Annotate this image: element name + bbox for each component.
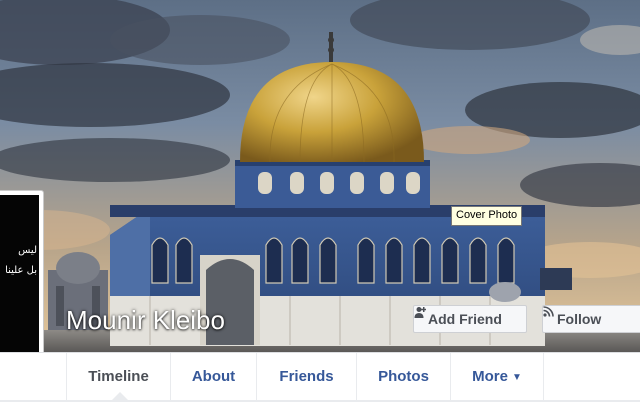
profile-name[interactable]: Mounir Kleibo <box>66 305 225 336</box>
tab-friends-label: Friends <box>279 368 334 385</box>
tab-about-label: About <box>191 368 236 385</box>
profile-picture-text-1: ليس <box>18 245 37 256</box>
cover-photo[interactable]: Cover Photo Mounir Kleibo Add Friend Fol… <box>0 0 640 352</box>
active-tab-marker <box>112 392 128 400</box>
tab-about[interactable]: About <box>170 353 256 401</box>
follow-label: Follow <box>557 311 602 327</box>
timeline-nav: Timeline About Friends Photos More ▼ <box>0 352 640 401</box>
add-friend-button[interactable]: Add Friend <box>413 305 527 333</box>
tab-photos-label: Photos <box>378 368 429 385</box>
follow-button[interactable]: Follow <box>542 305 640 333</box>
tab-timeline-label: Timeline <box>88 368 149 385</box>
cover-photo-tooltip: Cover Photo <box>451 206 523 226</box>
profile-picture-text-2: بل علينا <box>5 265 37 276</box>
profile-picture-image: ليس بل علينا <box>0 195 39 377</box>
tab-more-label: More <box>472 368 508 385</box>
tab-photos[interactable]: Photos <box>356 353 450 401</box>
add-friend-label: Add Friend <box>428 311 502 327</box>
caret-down-icon: ▼ <box>511 372 522 383</box>
tab-friends[interactable]: Friends <box>256 353 356 401</box>
tab-more[interactable]: More ▼ <box>450 353 544 401</box>
cover-photo-image <box>0 0 640 352</box>
